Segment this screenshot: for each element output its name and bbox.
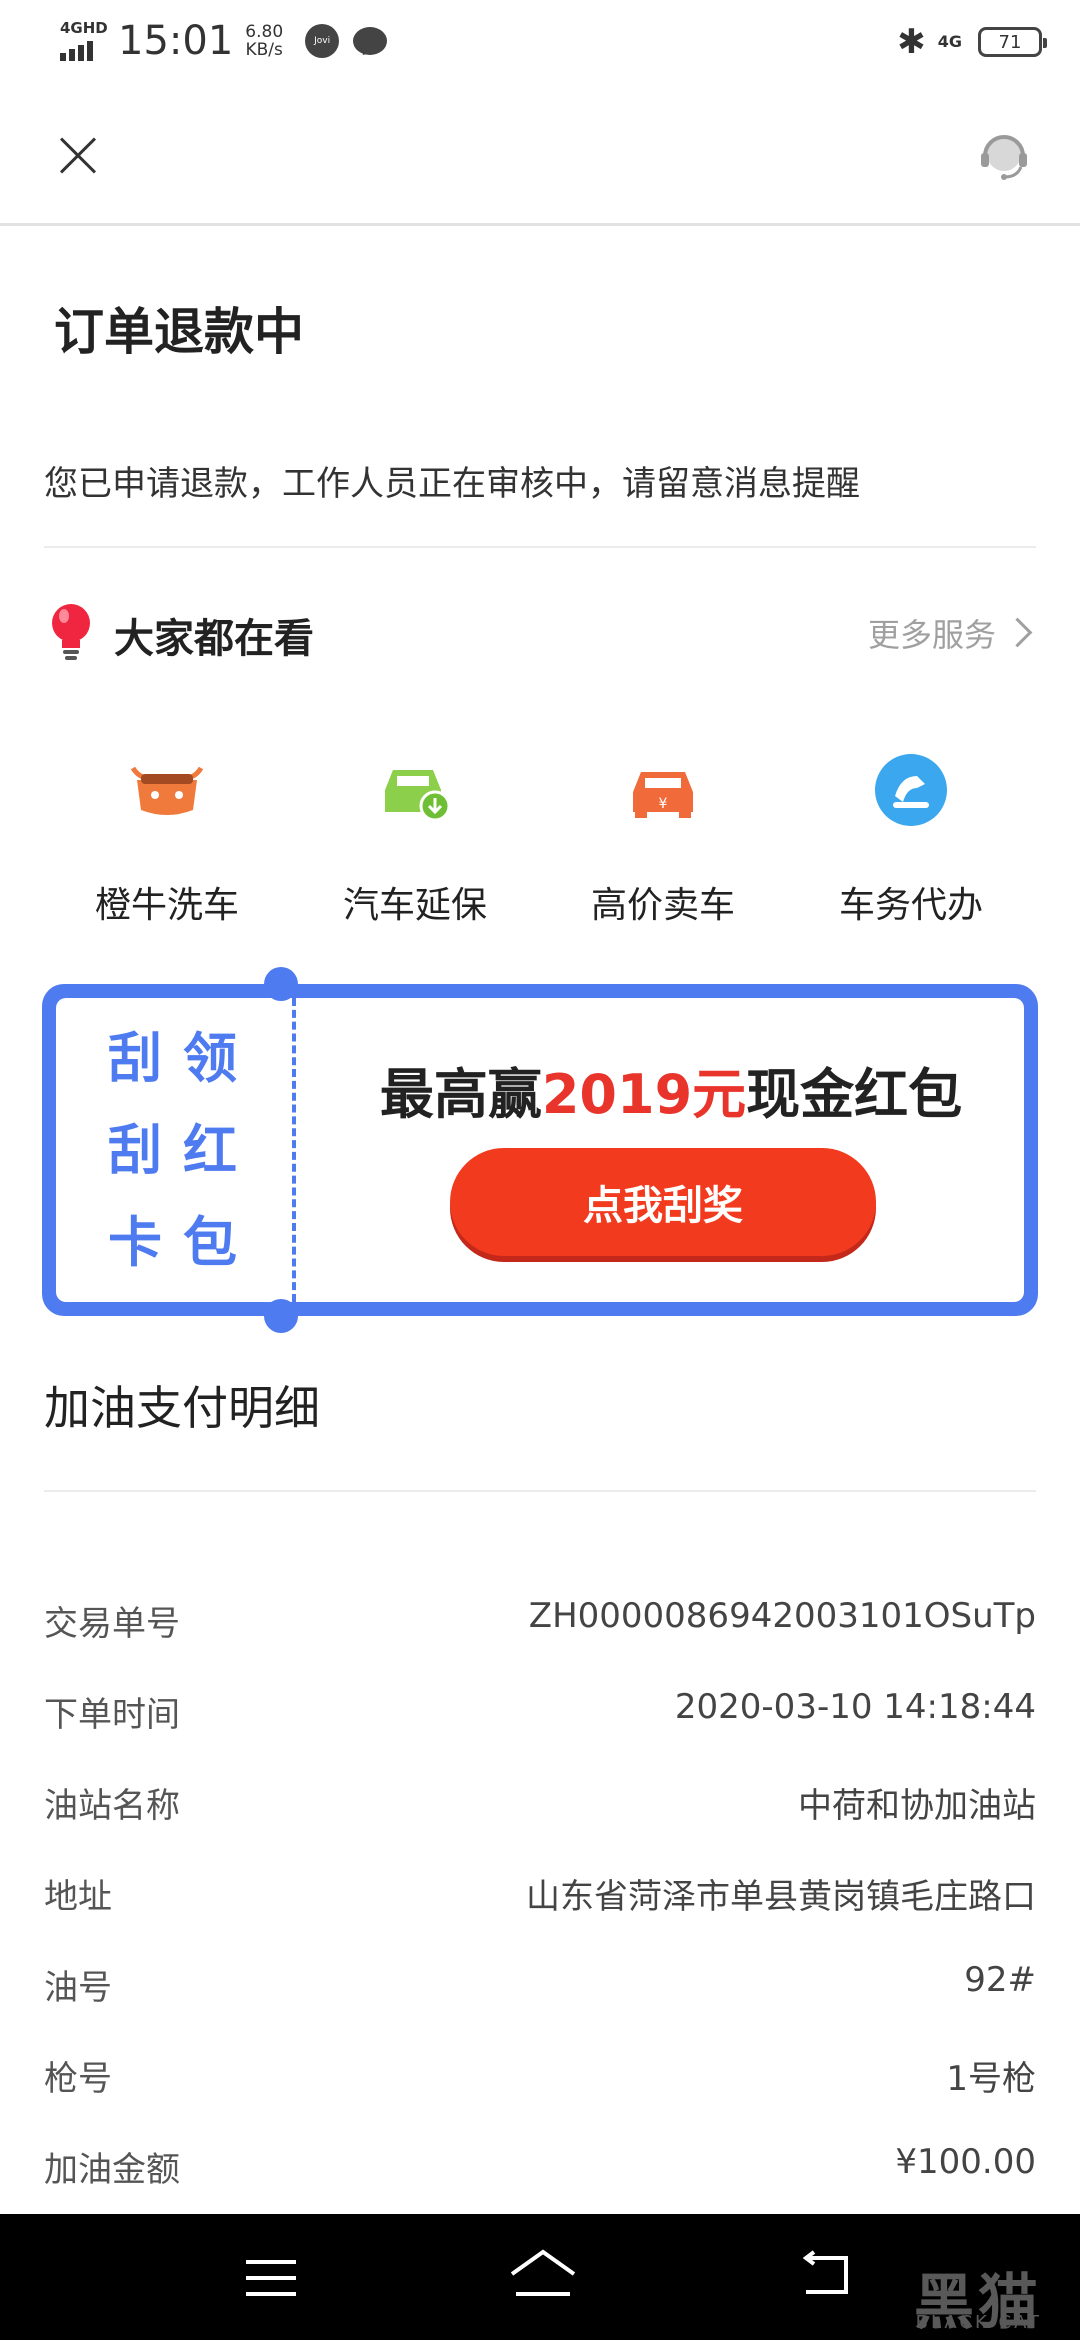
order-status-description: 您已申请退款，工作人员正在审核中，请留意消息提醒 [44, 464, 860, 504]
bluetooth-icon: ✱ [897, 22, 926, 62]
top-nav-bar [0, 84, 1080, 226]
banner-headline: 最高赢2019元现金红包 [346, 1050, 996, 1129]
more-services-link[interactable]: 更多服务 [868, 610, 996, 656]
detail-row-order-time: 下单时间 2020-03-10 14:18:44 [44, 1687, 1036, 1747]
status-bar: 4GHD 15:01 6.80 KB/s Jovi ✱ 4G 71 [0, 0, 1080, 84]
headline-amount: 2019元 [541, 1063, 747, 1126]
bull-car-wash-icon [130, 766, 204, 815]
network-type-label: 4GHD [60, 19, 108, 37]
service-label: 高价卖车 [590, 885, 735, 926]
system-nav-bar: 黑猫 BLACK CAT [0, 2214, 1080, 2340]
car-warranty-icon [385, 770, 451, 822]
detail-value: 2020-03-10 14:18:44 [674, 1687, 1036, 1727]
detail-key: 油站名称 [44, 1786, 180, 1826]
detail-key: 地址 [44, 1877, 112, 1917]
detail-value: ¥100.00 [895, 2142, 1036, 2182]
scratch-char: 领 [183, 1027, 237, 1090]
chevron-right-icon[interactable] [1002, 617, 1033, 648]
message-icon [353, 27, 388, 55]
recommend-title: 大家都在看 [114, 616, 314, 662]
detail-row-transaction-id: 交易单号 ZH0000086942003101OSuTp [44, 1596, 1036, 1656]
close-icon[interactable] [56, 134, 100, 178]
detail-row-station-name: 油站名称 中荷和协加油站 [44, 1778, 1036, 1838]
sell-car-icon: ¥ [633, 772, 693, 818]
ticket-notch [264, 967, 298, 1001]
recommend-header: 大家都在看 更多服务 [44, 594, 1036, 674]
clock: 15:01 [118, 18, 234, 64]
battery-level: 71 [998, 31, 1022, 53]
detail-key: 加油金额 [44, 2150, 180, 2190]
service-label: 汽车延保 [342, 885, 487, 926]
scratch-char: 卡 [108, 1211, 162, 1274]
speed-value: 6.80 [245, 22, 284, 42]
signal-icon: 4GHD [58, 19, 108, 63]
detail-row-address: 地址 山东省菏泽市单县黄岗镇毛庄路口 [44, 1869, 1036, 1929]
scratch-char: 包 [183, 1211, 237, 1274]
service-label: 橙牛洗车 [94, 885, 239, 926]
detail-value: 山东省菏泽市单县黄岗镇毛庄路口 [526, 1877, 1036, 1917]
watermark-subtext: BLACK CAT [915, 2312, 1042, 2333]
home-icon[interactable] [508, 2248, 578, 2304]
ticket-edge [1017, 998, 1024, 1302]
jovi-icon: Jovi [305, 24, 340, 58]
customer-service-icon[interactable] [976, 128, 1032, 184]
scratch-char: 红 [183, 1119, 237, 1182]
service-item-wash[interactable]: 橙牛洗车 [42, 750, 292, 928]
network-speed: 6.80 KB/s [245, 23, 283, 59]
battery-icon: 71 [978, 27, 1047, 57]
detail-key: 油号 [44, 1968, 112, 2008]
headline-prefix: 最高赢 [379, 1063, 542, 1126]
service-item-warranty[interactable]: 汽车延保 [290, 750, 540, 928]
detail-key: 下单时间 [44, 1695, 180, 1735]
detail-row-nozzle: 枪号 1号枪 [44, 2051, 1036, 2111]
detail-key: 枪号 [44, 2059, 112, 2099]
order-status-title: 订单退款中 [54, 303, 304, 361]
ticket-edge [56, 998, 63, 1302]
headline-suffix: 现金红包 [746, 1063, 963, 1126]
service-label: 车务代办 [838, 885, 983, 926]
detail-value: ZH0000086942003101OSuTp [528, 1596, 1036, 1636]
service-item-car-affairs[interactable]: 车务代办 [786, 750, 1036, 928]
svg-text:¥: ¥ [659, 796, 668, 812]
scratch-char: 刮 [108, 1027, 162, 1090]
detail-value: 中荷和协加油站 [798, 1786, 1036, 1826]
divider [44, 1490, 1036, 1492]
detail-value: 1号枪 [946, 2059, 1036, 2099]
detail-row-amount: 加油金额 ¥100.00 [44, 2142, 1036, 2202]
lightbulb-icon [52, 604, 90, 660]
service-item-sell-car[interactable]: ¥ 高价卖车 [538, 750, 788, 928]
scratch-card-label: 刮 领 刮 红 卡 包 [108, 1028, 258, 1274]
speed-unit: KB/s [245, 40, 283, 60]
divider [44, 546, 1036, 548]
payment-detail-title: 加油支付明细 [44, 1381, 320, 1435]
scratch-char: 刮 [108, 1119, 162, 1182]
watermark: 黑猫 BLACK CAT [800, 2224, 1060, 2338]
network-4g-label: 4G [937, 32, 962, 51]
menu-icon[interactable] [246, 2260, 296, 2296]
car-service-icon [875, 754, 947, 826]
ticket-notch [264, 1299, 298, 1333]
scratch-button[interactable]: 点我刮奖 [450, 1148, 876, 1256]
detail-row-fuel-grade: 油号 92# [44, 1960, 1036, 2020]
service-grid: 橙牛洗车 汽车延保 ¥ 高价卖车 车务代办 [0, 750, 1080, 926]
scratch-card-banner[interactable]: 刮 领 刮 红 卡 包 最高赢2019元现金红包 点我刮奖 [42, 967, 1038, 1333]
ticket-perforation [292, 998, 296, 1302]
detail-key: 交易单号 [44, 1604, 180, 1644]
detail-value: 92# [964, 1960, 1036, 2000]
